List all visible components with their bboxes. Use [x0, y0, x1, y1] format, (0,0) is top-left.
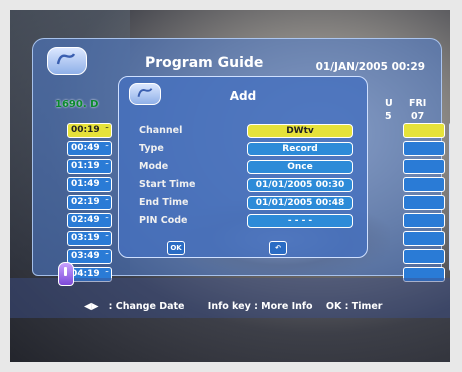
tv-screen: Program Guide 01/JAN/2005 00:29 1690. D …: [10, 10, 450, 362]
more-info-hint: Info key : More Info: [207, 301, 313, 312]
time-slot-label: 00:49: [71, 143, 100, 153]
day-column-prev: U 5: [385, 97, 393, 123]
type-field[interactable]: Record: [247, 142, 353, 156]
program-cell[interactable]: [403, 249, 445, 264]
ok-button[interactable]: OK: [167, 241, 185, 255]
end-time-label: End Time: [139, 197, 189, 208]
brand-logo-icon: [47, 47, 87, 75]
page-title: Program Guide: [145, 55, 264, 71]
slot-marker-icon: ˜: [105, 162, 109, 171]
left-right-arrow-icon: ◀▶: [84, 301, 99, 312]
time-slot[interactable]: 01:49 ˜: [67, 177, 112, 192]
slot-marker-icon: ˜: [105, 216, 109, 225]
day-column-current: FRI 07: [409, 97, 426, 123]
start-time-field[interactable]: 01/01/2005 00:30: [247, 178, 353, 192]
day-prev-num: 5: [385, 111, 392, 122]
channel-label: Channel: [139, 125, 183, 136]
slot-marker-icon: ˜: [105, 234, 109, 243]
program-grid-column: [403, 123, 445, 285]
program-cell[interactable]: [403, 159, 445, 174]
change-date-label: : Change Date: [108, 301, 185, 312]
add-timer-dialog: Add Channel DWtv Type Record Mode Once S…: [118, 76, 368, 258]
end-time-field[interactable]: 01/01/2005 00:48: [247, 196, 353, 210]
program-cell[interactable]: [403, 195, 445, 210]
pin-code-label: PIN Code: [139, 215, 188, 226]
program-cell[interactable]: [403, 141, 445, 156]
day-date: 07: [411, 111, 425, 122]
time-slot[interactable]: 02:19 ˜: [67, 195, 112, 210]
time-slot-label: 01:49: [71, 179, 100, 189]
start-time-label: Start Time: [139, 179, 196, 190]
mode-label: Mode: [139, 161, 169, 172]
slot-marker-icon: ˜: [105, 198, 109, 207]
time-slot-list: 00:19 ˜ 00:49 ˜ 01:19 ˜ 01:49 ˜ 02:19 ˜ 02:49 ˜ 03:1…: [67, 123, 112, 285]
mode-field[interactable]: Once: [247, 160, 353, 174]
help-info-icon: [58, 262, 74, 286]
slot-marker-icon: ˜: [105, 144, 109, 153]
help-text-row: ◀▶ : Change Date Info key : More Info OK …: [84, 301, 393, 312]
timer-hint: OK : Timer: [325, 301, 383, 312]
slot-marker-icon: ˜: [105, 126, 109, 135]
type-label: Type: [139, 143, 164, 154]
time-slot-label: 03:19: [71, 233, 100, 243]
time-slot[interactable]: 02:49 ˜: [67, 213, 112, 228]
dialog-title: Add: [229, 89, 257, 103]
slot-marker-icon: ˜: [105, 180, 109, 189]
help-bar: [10, 278, 450, 318]
time-slot[interactable]: 03:49 ˜: [67, 249, 112, 264]
time-slot-label: 02:19: [71, 197, 100, 207]
time-slot[interactable]: 01:19 ˜: [67, 159, 112, 174]
change-date-hint: ◀▶ : Change Date: [84, 301, 194, 312]
time-slot-label: 00:19: [71, 125, 100, 135]
back-button[interactable]: ↶: [269, 241, 287, 255]
program-cell[interactable]: [403, 177, 445, 192]
current-datetime: 01/JAN/2005 00:29: [315, 61, 425, 73]
time-slot[interactable]: 00:49 ˜: [67, 141, 112, 156]
program-cell[interactable]: [403, 213, 445, 228]
time-slot[interactable]: 03:19 ˜: [67, 231, 112, 246]
day-prev-label: U: [385, 98, 393, 109]
program-cell[interactable]: [403, 231, 445, 246]
pin-code-field[interactable]: - - - -: [247, 214, 353, 228]
slot-marker-icon: ˜: [105, 252, 109, 261]
time-slot-label: 01:19: [71, 161, 100, 171]
program-cell[interactable]: [403, 123, 445, 138]
time-slot-label: 03:49: [71, 251, 100, 261]
day-name: FRI: [409, 98, 427, 109]
time-slot-label: 02:49: [71, 215, 100, 225]
channel-field[interactable]: DWtv: [247, 124, 353, 138]
scrollbar[interactable]: [449, 123, 450, 271]
time-slot[interactable]: 00:19 ˜: [67, 123, 112, 138]
channel-number: 1690. D: [55, 99, 99, 110]
